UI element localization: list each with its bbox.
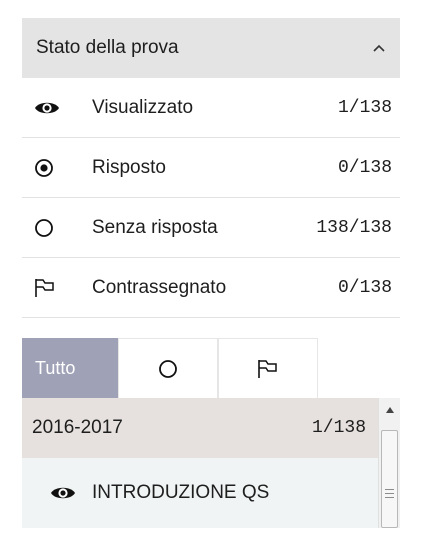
tab-senza-risposta[interactable] xyxy=(118,338,218,398)
scroll-thumb[interactable] xyxy=(381,430,398,528)
scroll-up-arrow-icon[interactable] xyxy=(379,398,401,422)
item-label: INTRODUZIONE QS xyxy=(92,482,270,503)
radio-checked-icon xyxy=(32,156,76,180)
scrollbar[interactable] xyxy=(378,398,400,528)
status-row-senza-risposta[interactable]: Senza risposta 138/138 xyxy=(22,198,400,258)
grip-line xyxy=(385,489,394,490)
status-count: 1/138 xyxy=(337,97,392,118)
grip-line xyxy=(385,493,394,494)
flag-icon xyxy=(258,359,277,378)
status-list: Visualizzato 1/138 Risposto 0/138 Senza … xyxy=(22,78,400,318)
status-row-risposto[interactable]: Risposto 0/138 xyxy=(22,138,400,198)
eye-icon xyxy=(50,484,80,502)
status-label: Contrassegnato xyxy=(92,276,227,298)
panel-title: Stato della prova xyxy=(36,37,179,58)
question-tree: 2016-2017 1/138 INTRODUZIONE QS xyxy=(22,398,400,528)
status-count: 0/138 xyxy=(337,157,392,178)
eye-icon xyxy=(32,96,76,120)
status-label: Senza risposta xyxy=(92,216,218,238)
tab-tutto[interactable]: Tutto xyxy=(22,338,118,398)
tree-item-row[interactable]: INTRODUZIONE QS xyxy=(22,458,378,528)
filter-tabs: Tutto xyxy=(22,338,400,398)
chevron-up-icon[interactable] xyxy=(372,43,386,53)
group-count: 1/138 xyxy=(311,418,366,438)
flag-icon xyxy=(32,276,76,300)
tab-label: Tutto xyxy=(35,358,76,378)
tree-content: 2016-2017 1/138 INTRODUZIONE QS xyxy=(22,398,378,528)
group-label: 2016-2017 xyxy=(32,417,123,438)
status-label: Risposto xyxy=(92,156,166,178)
radio-empty-icon xyxy=(32,216,76,240)
status-row-visualizzato[interactable]: Visualizzato 1/138 xyxy=(22,78,400,138)
tree-group-row[interactable]: 2016-2017 1/138 xyxy=(22,398,378,458)
status-label: Visualizzato xyxy=(92,96,194,118)
status-row-contrassegnato[interactable]: Contrassegnato 0/138 xyxy=(22,258,400,318)
exam-status-panel: Stato della prova Visualizzato 1/138 Ris… xyxy=(22,18,400,528)
panel-header[interactable]: Stato della prova xyxy=(22,18,400,78)
radio-empty-icon xyxy=(159,359,177,378)
status-count: 0/138 xyxy=(337,277,392,298)
status-count: 138/138 xyxy=(316,217,392,238)
grip-line xyxy=(385,497,394,498)
tab-contrassegnato[interactable] xyxy=(218,338,318,398)
